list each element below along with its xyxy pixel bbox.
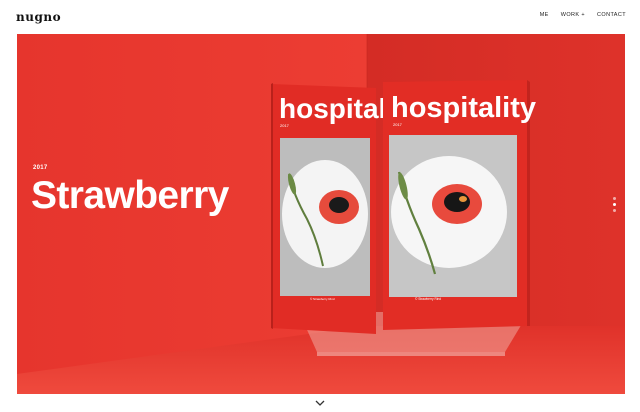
hero-slide: hospitality 2017 © Strawberry Rind hospi… xyxy=(17,34,625,394)
project-title[interactable]: Strawberry xyxy=(31,176,229,215)
nav-item-work[interactable]: WORK + xyxy=(561,12,585,18)
nav-item-contact[interactable]: CONTACT xyxy=(597,12,626,18)
slide-pagination xyxy=(613,197,617,217)
magazine-1-issue: 2017 xyxy=(280,123,290,128)
site-logo[interactable]: nugno xyxy=(16,10,61,24)
magazine-1-footer-center: © Strawberry Rind xyxy=(310,297,335,301)
magazine-cover-2: hospitality 2017 © Strawberry Rind xyxy=(383,80,536,330)
slide-dot-3[interactable] xyxy=(613,209,616,212)
slide-dot-2[interactable] xyxy=(613,203,616,206)
chevron-down-icon[interactable] xyxy=(314,399,326,407)
magazine-2-masthead: hospitality xyxy=(391,92,536,124)
nav-item-me[interactable]: ME xyxy=(540,12,549,18)
magazine-2-footer-center: © Strawberry Rind xyxy=(415,297,441,301)
magazine-2-issue: 2017 xyxy=(393,122,403,127)
slide-dot-1[interactable] xyxy=(613,197,616,200)
header: nugno ME WORK + CONTACT xyxy=(0,0,640,34)
main-nav: ME WORK + CONTACT xyxy=(540,12,626,18)
project-year: 2017 xyxy=(33,165,48,171)
